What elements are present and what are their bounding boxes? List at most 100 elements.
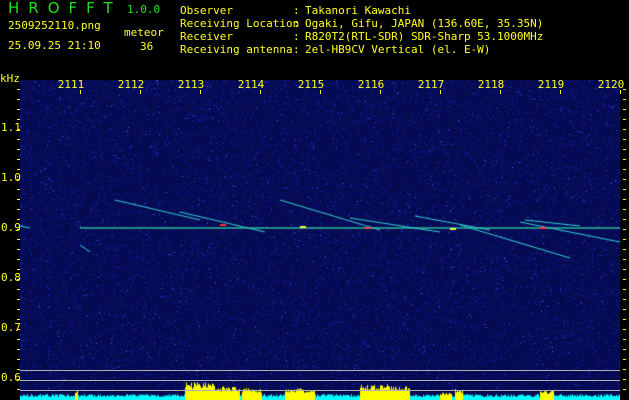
freq-tick [17,329,20,330]
level-line [20,370,620,371]
freq-tick [623,299,626,300]
info-value: R820T2(RTL-SDR) SDR-Sharp 53.1000MHz [305,30,544,43]
freq-tick [17,289,20,290]
freq-tick [17,309,20,310]
freq-label: 0.9 [1,221,21,234]
freq-label: 0.8 [1,271,21,284]
info-label: Receiving Location [180,17,300,30]
freq-tick [17,269,20,270]
file-name: 2509252110.png [8,19,101,32]
freq-tick [623,279,626,280]
freq-tick [17,199,20,200]
freq-tick [17,129,20,130]
freq-label: 1.1 [1,121,21,134]
time-tick [260,90,261,94]
info-value: Ogaki, Gifu, JAPAN (136.60E, 35.35N) [305,17,544,30]
freq-tick [17,149,20,150]
time-tick [200,90,201,94]
time-tick [80,90,81,94]
app-version: 1.0.0 [127,3,161,16]
freq-tick [623,99,626,100]
time-tick [380,90,381,94]
freq-tick [623,189,626,190]
time-tick [320,90,321,94]
freq-tick [17,299,20,300]
freq-tick [17,319,20,320]
freq-tick [17,219,20,220]
freq-label: 1.0 [1,171,21,184]
freq-tick [623,199,626,200]
freq-unit: kHz [0,72,20,85]
freq-tick [17,169,20,170]
freq-tick [623,329,626,330]
freq-tick [17,139,20,140]
freq-tick [623,149,626,150]
freq-tick [623,269,626,270]
freq-tick [17,349,20,350]
freq-tick [17,379,20,380]
freq-tick [623,119,626,120]
freq-tick [17,339,20,340]
freq-tick [623,209,626,210]
freq-tick [623,179,626,180]
meteor-count: 36 [140,40,154,53]
freq-tick [17,229,20,230]
freq-tick [17,209,20,210]
info-value: 2el-HB9CV Vertical (el. E-W) [305,43,491,56]
level-line [20,390,620,391]
time-tick [560,90,561,94]
freq-tick [17,189,20,190]
info-colon: : [293,30,300,43]
freq-tick [623,89,626,90]
freq-tick [17,359,20,360]
freq-tick [17,239,20,240]
freq-label: 0.7 [1,321,21,334]
freq-tick [623,169,626,170]
info-colon: : [293,17,300,30]
freq-tick [17,119,20,120]
freq-tick [623,109,626,110]
freq-tick [623,309,626,310]
info-label: Receiving antenna [180,43,293,56]
freq-tick [623,379,626,380]
freq-tick [623,389,626,390]
freq-tick [623,219,626,220]
time-tick [500,90,501,94]
freq-tick [623,129,626,130]
freq-tick [623,139,626,140]
freq-tick [17,179,20,180]
freq-tick [623,229,626,230]
freq-tick [17,389,20,390]
info-value: Takanori Kawachi [305,4,411,17]
time-tick [440,90,441,94]
info-colon: : [293,4,300,17]
freq-tick [17,99,20,100]
freq-tick [623,289,626,290]
freq-tick [623,159,626,160]
info-label: Observer [180,4,233,17]
freq-tick [17,259,20,260]
freq-tick [17,249,20,250]
meteor-label: meteor [124,26,164,39]
info-colon: : [293,43,300,56]
freq-tick [623,349,626,350]
spectrogram [20,80,620,400]
freq-tick [623,249,626,250]
freq-label: 0.6 [1,371,21,384]
freq-tick [17,89,20,90]
time-tick [620,90,621,94]
freq-tick [623,259,626,260]
freq-tick [623,359,626,360]
freq-tick [17,159,20,160]
level-line [20,380,620,381]
freq-tick [623,369,626,370]
time-tick [140,90,141,94]
freq-tick [623,239,626,240]
file-datetime: 25.09.25 21:10 [8,39,101,52]
info-label: Receiver [180,30,233,43]
freq-tick [17,109,20,110]
freq-tick [17,369,20,370]
freq-tick [17,279,20,280]
app-title: HROFFT [8,0,122,17]
freq-tick [623,339,626,340]
